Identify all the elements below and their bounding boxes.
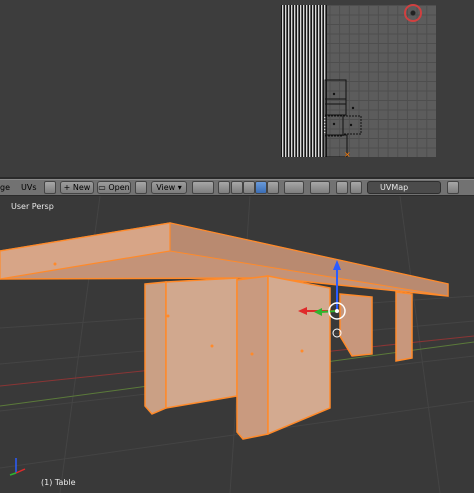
lock-icon[interactable] [447,181,459,194]
island-select-icon[interactable] [267,181,279,194]
sticky-select-icon[interactable] [284,181,304,194]
vertex-select-icon[interactable] [231,181,243,194]
leg-front-left-face [165,277,238,409]
2d-cursor-icon[interactable] [404,4,422,22]
leg-front-right-side [236,275,269,440]
image-browse-icon[interactable] [44,181,56,194]
pin-icon[interactable] [135,181,147,194]
proportional-edit-icon[interactable] [310,181,330,194]
scene [0,196,474,493]
folder-icon: ▭ [98,183,109,192]
image-menu[interactable]: ge [0,182,10,193]
open-image-button[interactable]: ▭ Open [97,181,131,194]
uvs-menu[interactable]: UVs [21,182,37,193]
object-label: (1) Table [41,478,76,487]
uv-islands: × [324,79,362,157]
face-select-icon[interactable] [255,181,267,194]
pivot-icon[interactable] [192,181,214,194]
leg-far-left [339,293,373,357]
snap-icon[interactable] [336,181,348,194]
plus-icon: + [63,183,73,192]
leg-front-right-face [267,275,331,436]
sync-selection-icon[interactable] [218,181,230,194]
uvmap-field[interactable]: UVMap [367,181,441,194]
snap-target-icon[interactable] [350,181,362,194]
uv-grid[interactable]: × [281,5,436,157]
leg-far-right [395,291,413,362]
svg-text:×: × [344,150,351,157]
view-mode-select[interactable]: View ▾ [151,181,187,194]
chevron-down-icon: ▾ [175,183,182,192]
new-image-button[interactable]: + New [60,181,94,194]
uv-editor-header: ge UVs + New ▭ Open View ▾ UVMap [0,179,474,196]
edge-select-icon[interactable] [243,181,255,194]
leg-front-left-side [144,281,167,415]
3d-viewport[interactable]: User Persp (1) Table [0,196,474,493]
uv-editor[interactable]: × [0,0,474,177]
